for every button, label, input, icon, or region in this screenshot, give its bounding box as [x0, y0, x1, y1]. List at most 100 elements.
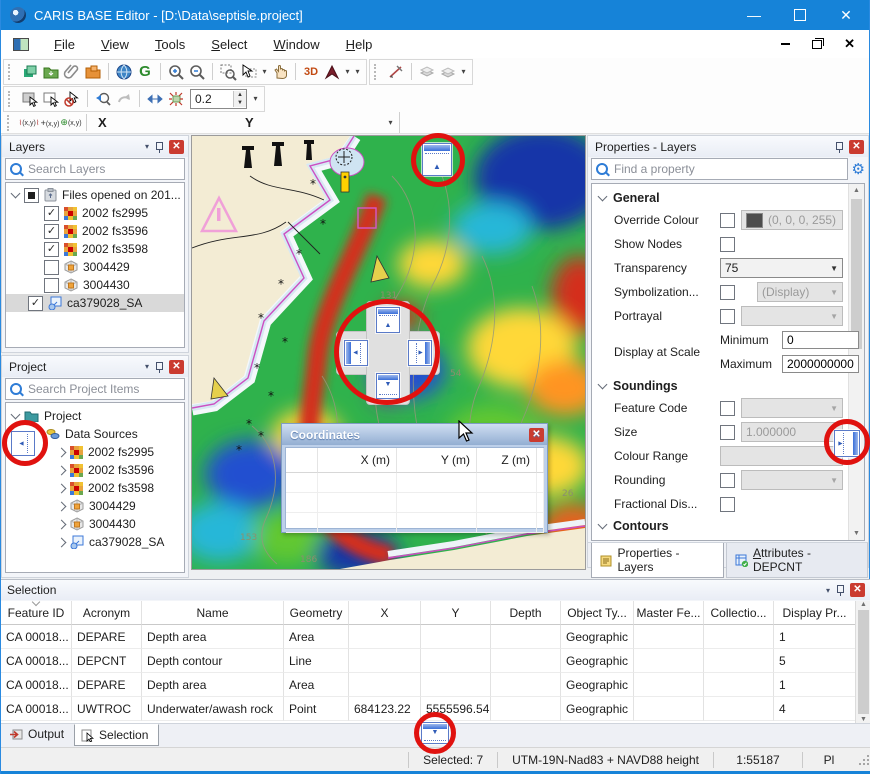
maximize-button[interactable]: [777, 0, 823, 30]
close-icon[interactable]: ✕: [850, 583, 865, 597]
chevron-down-icon[interactable]: [11, 189, 21, 199]
tree-row[interactable]: 2002 fs3596: [6, 222, 184, 240]
pin-icon[interactable]: [834, 141, 844, 153]
next-view-icon[interactable]: [114, 89, 134, 109]
column-header-display-priority[interactable]: Display Pr...: [774, 601, 856, 625]
cell-master-feature[interactable]: [634, 673, 704, 697]
cell-y[interactable]: [421, 649, 491, 673]
open-icon[interactable]: [41, 62, 61, 82]
tree-item-label[interactable]: 3004430: [89, 517, 136, 531]
cell-geometry[interactable]: Area: [284, 673, 349, 697]
panel-menu-icon[interactable]: ▾: [145, 142, 149, 151]
cell-master-feature[interactable]: [634, 697, 704, 721]
cell-depth[interactable]: [491, 649, 561, 673]
cell-geometry[interactable]: Line: [284, 649, 349, 673]
tree-item-label[interactable]: 2002 fs3596: [82, 224, 148, 238]
tab-selection[interactable]: Selection: [74, 724, 159, 746]
cell-y[interactable]: [421, 673, 491, 697]
column-header-master-feature[interactable]: Master Fe...: [634, 601, 704, 625]
layer-copy-icon[interactable]: [417, 62, 437, 82]
select-tool-dropdown-icon[interactable]: ▾: [260, 67, 269, 76]
tree-item-label[interactable]: 2002 fs3596: [88, 463, 154, 477]
tree-item-label[interactable]: 3004429: [83, 260, 130, 274]
menu-help[interactable]: Help: [333, 33, 386, 56]
column-header-feature-id[interactable]: Feature ID: [1, 601, 72, 625]
cell-display-priority[interactable]: 5: [774, 649, 856, 673]
menu-tools[interactable]: Tools: [142, 33, 198, 56]
chevron-right-icon[interactable]: [57, 447, 67, 457]
scroll-down-icon[interactable]: ▼: [853, 527, 860, 540]
transparency-dropdown[interactable]: 75▼: [720, 258, 843, 278]
cell-depth[interactable]: [491, 625, 561, 649]
coordinate-apply-icon[interactable]: ⊕(x,y): [61, 113, 81, 133]
cell-feature-id[interactable]: CA 00018...: [1, 673, 72, 697]
gear-icon[interactable]: ⚙: [852, 160, 865, 178]
coordinate-delete-icon[interactable]: ⌇(x,y)⌇: [19, 113, 39, 133]
toolbar-grip[interactable]: [374, 64, 381, 80]
cell-collection[interactable]: [704, 625, 774, 649]
attach-icon[interactable]: [62, 62, 82, 82]
chevron-right-icon[interactable]: [57, 501, 67, 511]
scale-spinbox[interactable]: 0.2 ▲▼: [190, 89, 247, 109]
checkbox[interactable]: [720, 237, 735, 252]
cell-name[interactable]: Depth contour: [142, 649, 284, 673]
mdi-restore-icon[interactable]: [812, 40, 822, 49]
cell-name[interactable]: Depth area: [142, 673, 284, 697]
tree-row-selected[interactable]: ca379028_SA: [6, 294, 184, 312]
checkbox[interactable]: [720, 213, 735, 228]
globe-icon[interactable]: [114, 62, 134, 82]
checkbox[interactable]: [720, 309, 735, 324]
cell-master-feature[interactable]: [634, 625, 704, 649]
chevron-right-icon[interactable]: [57, 465, 67, 475]
tree-row[interactable]: 3004429: [6, 497, 184, 515]
column-header-x[interactable]: X: [349, 601, 421, 625]
tab-properties-layers[interactable]: Properties - Layers: [591, 543, 724, 578]
tree-item-label[interactable]: ca379028_SA: [67, 296, 142, 310]
tree-item-label[interactable]: Project: [44, 409, 81, 423]
tree-item-label[interactable]: 2002 fs2995: [82, 206, 148, 220]
pin-icon[interactable]: [154, 361, 164, 373]
toolbar-overflow-icon[interactable]: ▾: [251, 94, 260, 103]
close-icon[interactable]: ✕: [169, 360, 184, 374]
mdi-minimize-icon[interactable]: [781, 43, 790, 45]
cell-depth[interactable]: [491, 697, 561, 721]
section-contours[interactable]: Contours: [592, 516, 849, 536]
menu-view[interactable]: View: [88, 33, 142, 56]
tree-item-label[interactable]: Files opened on 201...: [62, 188, 181, 202]
scrollbar-thumb[interactable]: [858, 610, 869, 714]
tree-row[interactable]: 3004430: [6, 515, 184, 533]
toolbar-grip[interactable]: [8, 64, 15, 80]
select-by-polygon-icon[interactable]: [41, 89, 61, 109]
cell-acronym[interactable]: DEPARE: [72, 673, 142, 697]
spin-up-icon[interactable]: ▲: [234, 91, 246, 99]
section-general[interactable]: General: [592, 188, 849, 208]
close-button[interactable]: ✕: [823, 0, 869, 30]
column-header-name[interactable]: Name: [142, 601, 284, 625]
cell-x[interactable]: [349, 625, 421, 649]
minimum-scale-input[interactable]: 0: [782, 331, 859, 349]
project-search-input[interactable]: Search Project Items: [5, 378, 185, 400]
previous-view-icon[interactable]: [93, 89, 113, 109]
cell-x[interactable]: [349, 649, 421, 673]
cell-feature-id[interactable]: CA 00018...: [1, 649, 72, 673]
menu-window[interactable]: Window: [260, 33, 332, 56]
tree-row[interactable]: ca379028_SA: [6, 533, 184, 551]
pin-icon[interactable]: [835, 584, 845, 596]
menu-file[interactable]: File: [41, 33, 88, 56]
cell-acronym[interactable]: DEPCNT: [72, 649, 142, 673]
scroll-up-icon[interactable]: ▲: [853, 184, 860, 197]
cell-object-type[interactable]: Geographic: [561, 625, 634, 649]
cell-feature-id[interactable]: CA 00018...: [1, 625, 72, 649]
checkbox[interactable]: [44, 278, 59, 293]
3d-view-icon[interactable]: 3D: [301, 62, 321, 82]
cell-collection[interactable]: [704, 697, 774, 721]
pan-icon[interactable]: [270, 62, 290, 82]
column-header-geometry[interactable]: Geometry: [284, 601, 349, 625]
cell-geometry[interactable]: Point: [284, 697, 349, 721]
google-earth-icon[interactable]: G: [135, 62, 155, 82]
fit-width-icon[interactable]: [145, 89, 165, 109]
tree-row[interactable]: 2002 fs3598: [6, 240, 184, 258]
close-icon[interactable]: ✕: [849, 140, 864, 154]
column-header-collection[interactable]: Collectio...: [704, 601, 774, 625]
chevron-down-icon[interactable]: [11, 410, 21, 420]
